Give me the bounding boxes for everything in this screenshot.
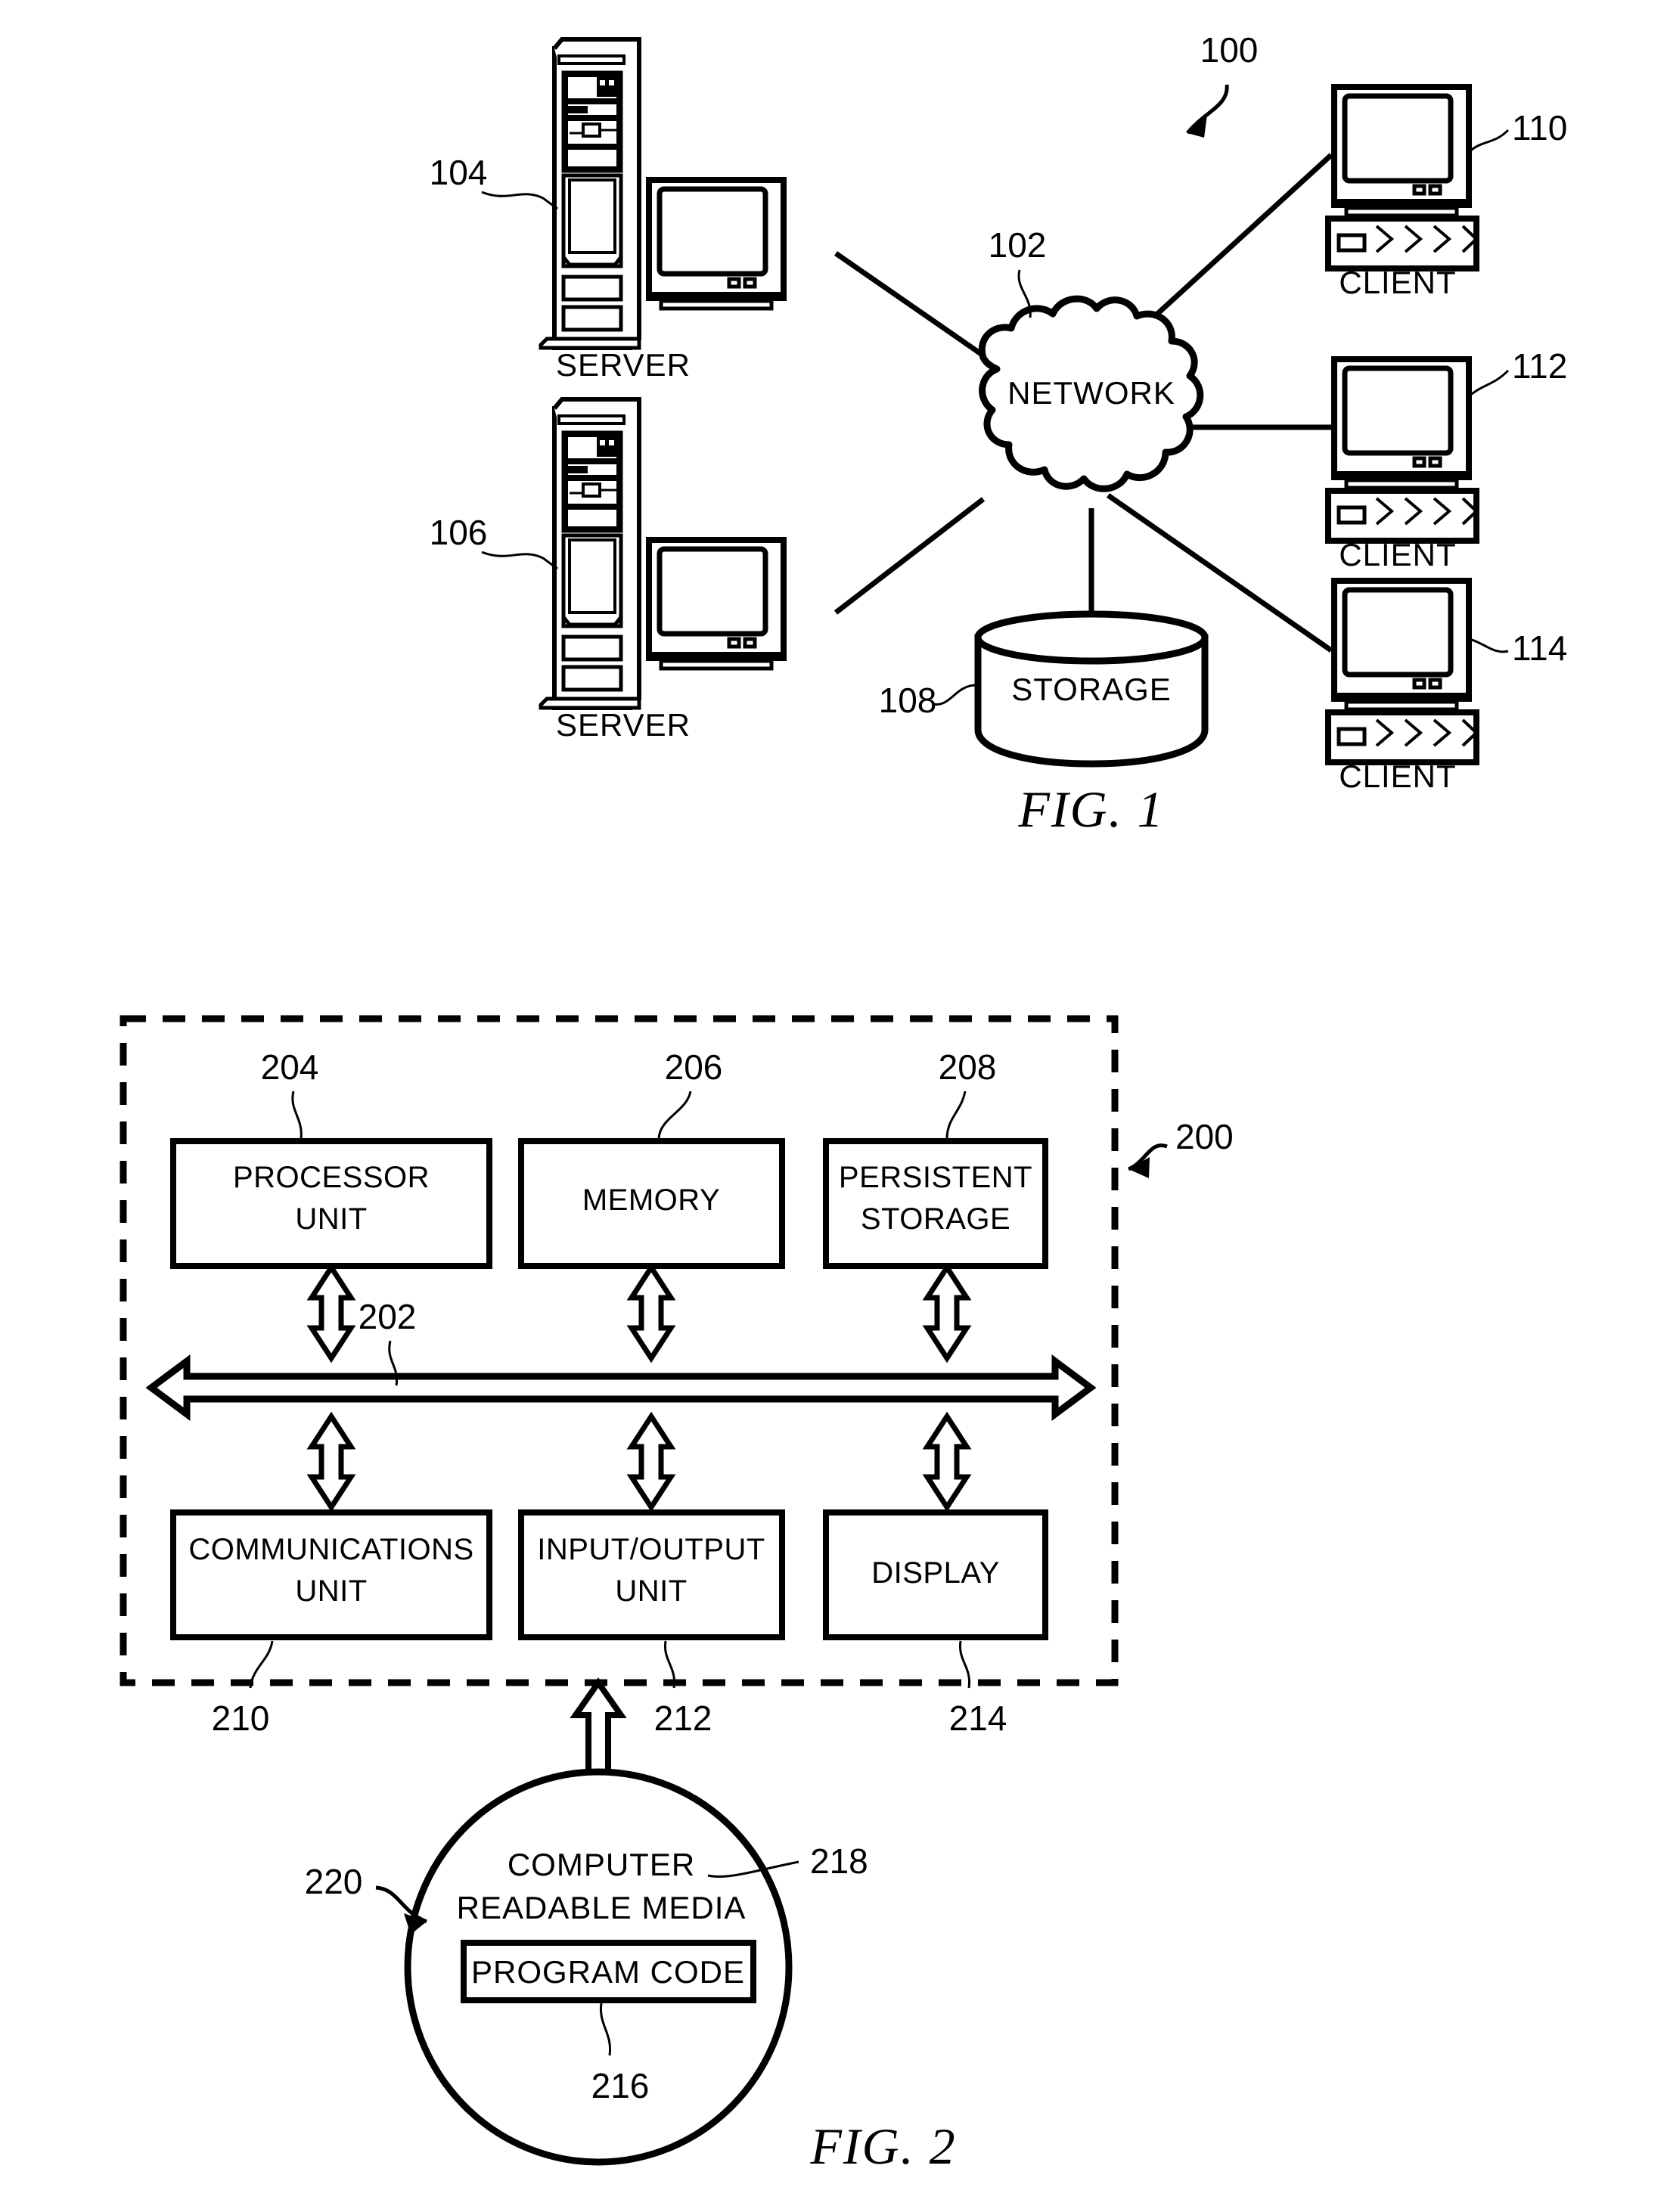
client-112-label: CLIENT — [1339, 537, 1456, 572]
server-106-label: SERVER — [556, 707, 691, 743]
io-unit-label-line1: INPUT/OUTPUT — [537, 1533, 765, 1566]
ref-200: 200 — [1175, 1117, 1234, 1156]
ref-206: 206 — [665, 1047, 723, 1087]
figure-2: 200 PROCESSOR UNIT 204 MEMORY 206 PERSIS… — [120, 1015, 1234, 2175]
ref-102: 102 — [989, 225, 1047, 265]
client-computer-icon — [1328, 581, 1476, 762]
ref-100: 100 — [1200, 30, 1259, 70]
bus-arrow-display — [927, 1416, 967, 1507]
ref-114: 114 — [1512, 628, 1567, 668]
server-106-group[interactable]: SERVER 106 — [430, 399, 787, 743]
leader-206 — [657, 1090, 692, 1140]
display-label: DISPLAY — [871, 1556, 1000, 1590]
ref-106: 106 — [430, 513, 488, 552]
leader-214 — [958, 1640, 971, 1689]
ref-110: 110 — [1512, 108, 1567, 147]
memory-box-group[interactable]: MEMORY 206 — [518, 1047, 785, 1269]
display-box-group[interactable]: DISPLAY 214 — [823, 1509, 1048, 1738]
ref-216: 216 — [591, 2066, 650, 2105]
ref-214: 214 — [949, 1699, 1007, 1738]
link-server-104-network — [834, 251, 985, 358]
communications-unit-label-line1: COMMUNICATIONS — [188, 1533, 473, 1566]
ref-218: 218 — [810, 1841, 868, 1881]
leader-106 — [481, 551, 558, 570]
program-code-label: PROGRAM CODE — [471, 1954, 745, 1990]
client-112-group[interactable]: CLIENT 112 — [1328, 346, 1567, 572]
ref-108: 108 — [879, 681, 937, 720]
bus-shape — [145, 1354, 1097, 1421]
ref-104: 104 — [430, 153, 488, 192]
bus-arrow-io — [632, 1416, 671, 1507]
system-100-callout: 100 — [1186, 30, 1259, 138]
leader-208 — [945, 1090, 967, 1140]
leader-204 — [291, 1090, 303, 1140]
processor-unit-label-line1: PROCESSOR — [233, 1161, 430, 1194]
link-server-106-network — [834, 497, 986, 615]
figures-svg: SERVER 104 SERVER 106 NETWORK 102 100 ST… — [120, 30, 1568, 2175]
arrowhead-100 — [1187, 115, 1207, 138]
client-114-group[interactable]: CLIENT 114 — [1328, 581, 1567, 794]
communications-unit-label-line2: UNIT — [295, 1574, 367, 1608]
processor-unit-box-group[interactable]: PROCESSOR UNIT 204 — [170, 1047, 492, 1269]
figure-1-caption: FIG. 1 — [1017, 780, 1164, 838]
persistent-storage-box-group[interactable]: PERSISTENT STORAGE 208 — [823, 1047, 1048, 1269]
system-200-callout: 200 — [1127, 1117, 1234, 1178]
client-110-label: CLIENT — [1339, 265, 1456, 300]
client-computer-icon — [1328, 87, 1476, 268]
client-114-label: CLIENT — [1339, 759, 1456, 794]
leader-114 — [1467, 638, 1509, 653]
io-unit-box-group[interactable]: INPUT/OUTPUT UNIT 212 — [518, 1509, 785, 1738]
leader-112 — [1467, 369, 1510, 399]
memory-label: MEMORY — [582, 1184, 720, 1217]
figure-1: SERVER 104 SERVER 106 NETWORK 102 100 ST… — [430, 30, 1568, 838]
media-label-line2: READABLE MEDIA — [457, 1890, 747, 1925]
leader-210 — [249, 1640, 274, 1689]
leader-110 — [1467, 129, 1510, 154]
persistent-storage-label-line2: STORAGE — [861, 1202, 1010, 1236]
processor-unit-label-line2: UNIT — [295, 1202, 367, 1236]
ref-202: 202 — [359, 1297, 417, 1336]
client-110-group[interactable]: CLIENT 110 — [1328, 87, 1567, 300]
ref-210: 210 — [212, 1699, 270, 1738]
bus-arrow-persistent-storage — [927, 1267, 967, 1358]
leader-108 — [931, 684, 977, 706]
storage-label: STORAGE — [1011, 672, 1172, 707]
server-tower-icon — [541, 399, 639, 708]
server-tower-icon — [541, 39, 639, 348]
ref-208: 208 — [939, 1047, 997, 1087]
client-computer-icon — [1328, 359, 1476, 541]
network-label: NETWORK — [1007, 375, 1175, 411]
bus-arrow-memory — [632, 1267, 671, 1358]
leader-104 — [481, 191, 558, 210]
server-104-group[interactable]: SERVER 104 — [430, 39, 787, 383]
ref-220: 220 — [305, 1862, 363, 1901]
server-monitor-icon — [646, 180, 787, 309]
leader-100 — [1186, 84, 1229, 135]
cylinder-top — [974, 610, 1209, 665]
figure-2-caption: FIG. 2 — [809, 2117, 956, 2175]
server-104-label: SERVER — [556, 347, 691, 383]
ref-204: 204 — [261, 1047, 319, 1087]
ref-212: 212 — [654, 1699, 712, 1738]
io-unit-label-line2: UNIT — [615, 1574, 687, 1608]
communications-unit-box-group[interactable]: COMMUNICATIONS UNIT 210 — [170, 1509, 492, 1738]
server-monitor-icon — [646, 540, 787, 669]
persistent-storage-label-line1: PERSISTENT — [839, 1161, 1032, 1194]
bus-arrow-processor — [312, 1267, 351, 1358]
computer-readable-media-group[interactable]: COMPUTER READABLE MEDIA PROGRAM CODE 216… — [305, 1768, 868, 2166]
patent-drawing-sheet: SERVER 104 SERVER 106 NETWORK 102 100 ST… — [0, 0, 1667, 2212]
storage-group[interactable]: STORAGE 108 — [879, 610, 1209, 768]
ref-112: 112 — [1512, 346, 1567, 386]
bus-arrow-communications — [312, 1416, 351, 1507]
network-cloud-group[interactable]: NETWORK 102 — [978, 225, 1204, 492]
media-label-line1: COMPUTER — [508, 1847, 695, 1882]
